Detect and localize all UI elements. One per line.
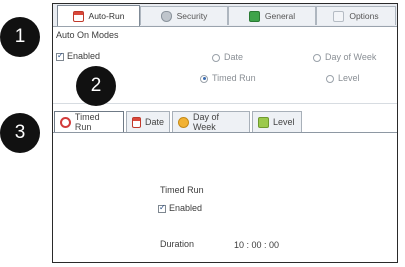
day-of-week-icon <box>178 116 189 128</box>
radio-date[interactable]: Date <box>212 52 243 62</box>
radio-date-label: Date <box>224 52 244 62</box>
clock-icon <box>60 116 71 128</box>
shield-icon <box>160 10 172 22</box>
timed-run-panel: Timed Run Enabled Duration 10 : 00 : 00 <box>53 133 397 262</box>
radio-day-of-week[interactable]: Day of Week <box>313 52 376 62</box>
tab-options[interactable]: Options <box>316 6 396 25</box>
radio-circle[interactable] <box>313 53 321 62</box>
calendar-icon <box>132 116 141 128</box>
page-icon <box>333 10 345 22</box>
callout-badge-1: 1 <box>0 17 40 57</box>
radio-level[interactable]: Level <box>326 73 360 83</box>
subtab-level-label: Level <box>273 117 295 127</box>
auto-on-modes-title: Auto On Modes <box>56 30 119 40</box>
radio-circle[interactable] <box>200 74 208 83</box>
callout-badge-3: 3 <box>0 113 40 153</box>
settings-window: Auto-Run Security General Options Auto O… <box>52 3 398 263</box>
subtab-timed-run-label: Timed Run <box>74 112 100 132</box>
tab-auto-run-label: Auto-Run <box>88 11 125 21</box>
level-icon <box>258 116 269 128</box>
auto-on-enabled-label: Enabled <box>67 51 101 61</box>
subtab-date-label: Date <box>144 117 164 127</box>
checkbox-box[interactable] <box>158 203 166 213</box>
tab-options-label: Options <box>349 11 379 21</box>
timed-run-title: Timed Run <box>160 185 204 195</box>
checkbox-box[interactable] <box>56 51 64 61</box>
tab-auto-run[interactable]: Auto-Run <box>57 5 140 26</box>
tab-security[interactable]: Security <box>140 6 228 25</box>
radio-level-label: Level <box>338 73 360 83</box>
tab-general[interactable]: General <box>228 6 316 25</box>
duration-label: Duration <box>160 239 195 249</box>
timed-run-enabled-label: Enabled <box>169 203 203 213</box>
subtab-date[interactable]: Date <box>126 111 170 132</box>
radio-timed-run[interactable]: Timed Run <box>200 73 256 83</box>
timed-run-enabled-checkbox[interactable]: Enabled <box>158 203 202 213</box>
radio-day-of-week-label: Day of Week <box>325 52 377 62</box>
sub-tab-bar: Timed Run Date Day of Week Level <box>53 111 397 133</box>
auto-on-enabled-checkbox[interactable]: Enabled <box>56 51 100 61</box>
subtab-level[interactable]: Level <box>252 111 302 132</box>
calendar-icon <box>72 10 84 22</box>
callout-badge-2: 2 <box>76 66 116 106</box>
radio-timed-run-label: Timed Run <box>212 73 256 83</box>
tab-security-label: Security <box>176 11 208 21</box>
duration-value[interactable]: 10 : 00 : 00 <box>234 240 279 250</box>
top-tab-bar: Auto-Run Security General Options <box>53 4 397 27</box>
subtab-day-of-week[interactable]: Day of Week <box>172 111 250 132</box>
subtab-timed-run[interactable]: Timed Run <box>54 111 124 132</box>
radio-circle[interactable] <box>326 74 334 83</box>
green-square-icon <box>248 10 260 22</box>
tab-general-label: General <box>264 11 296 21</box>
subtab-day-of-week-label: Day of Week <box>192 112 219 132</box>
radio-circle[interactable] <box>212 53 220 62</box>
